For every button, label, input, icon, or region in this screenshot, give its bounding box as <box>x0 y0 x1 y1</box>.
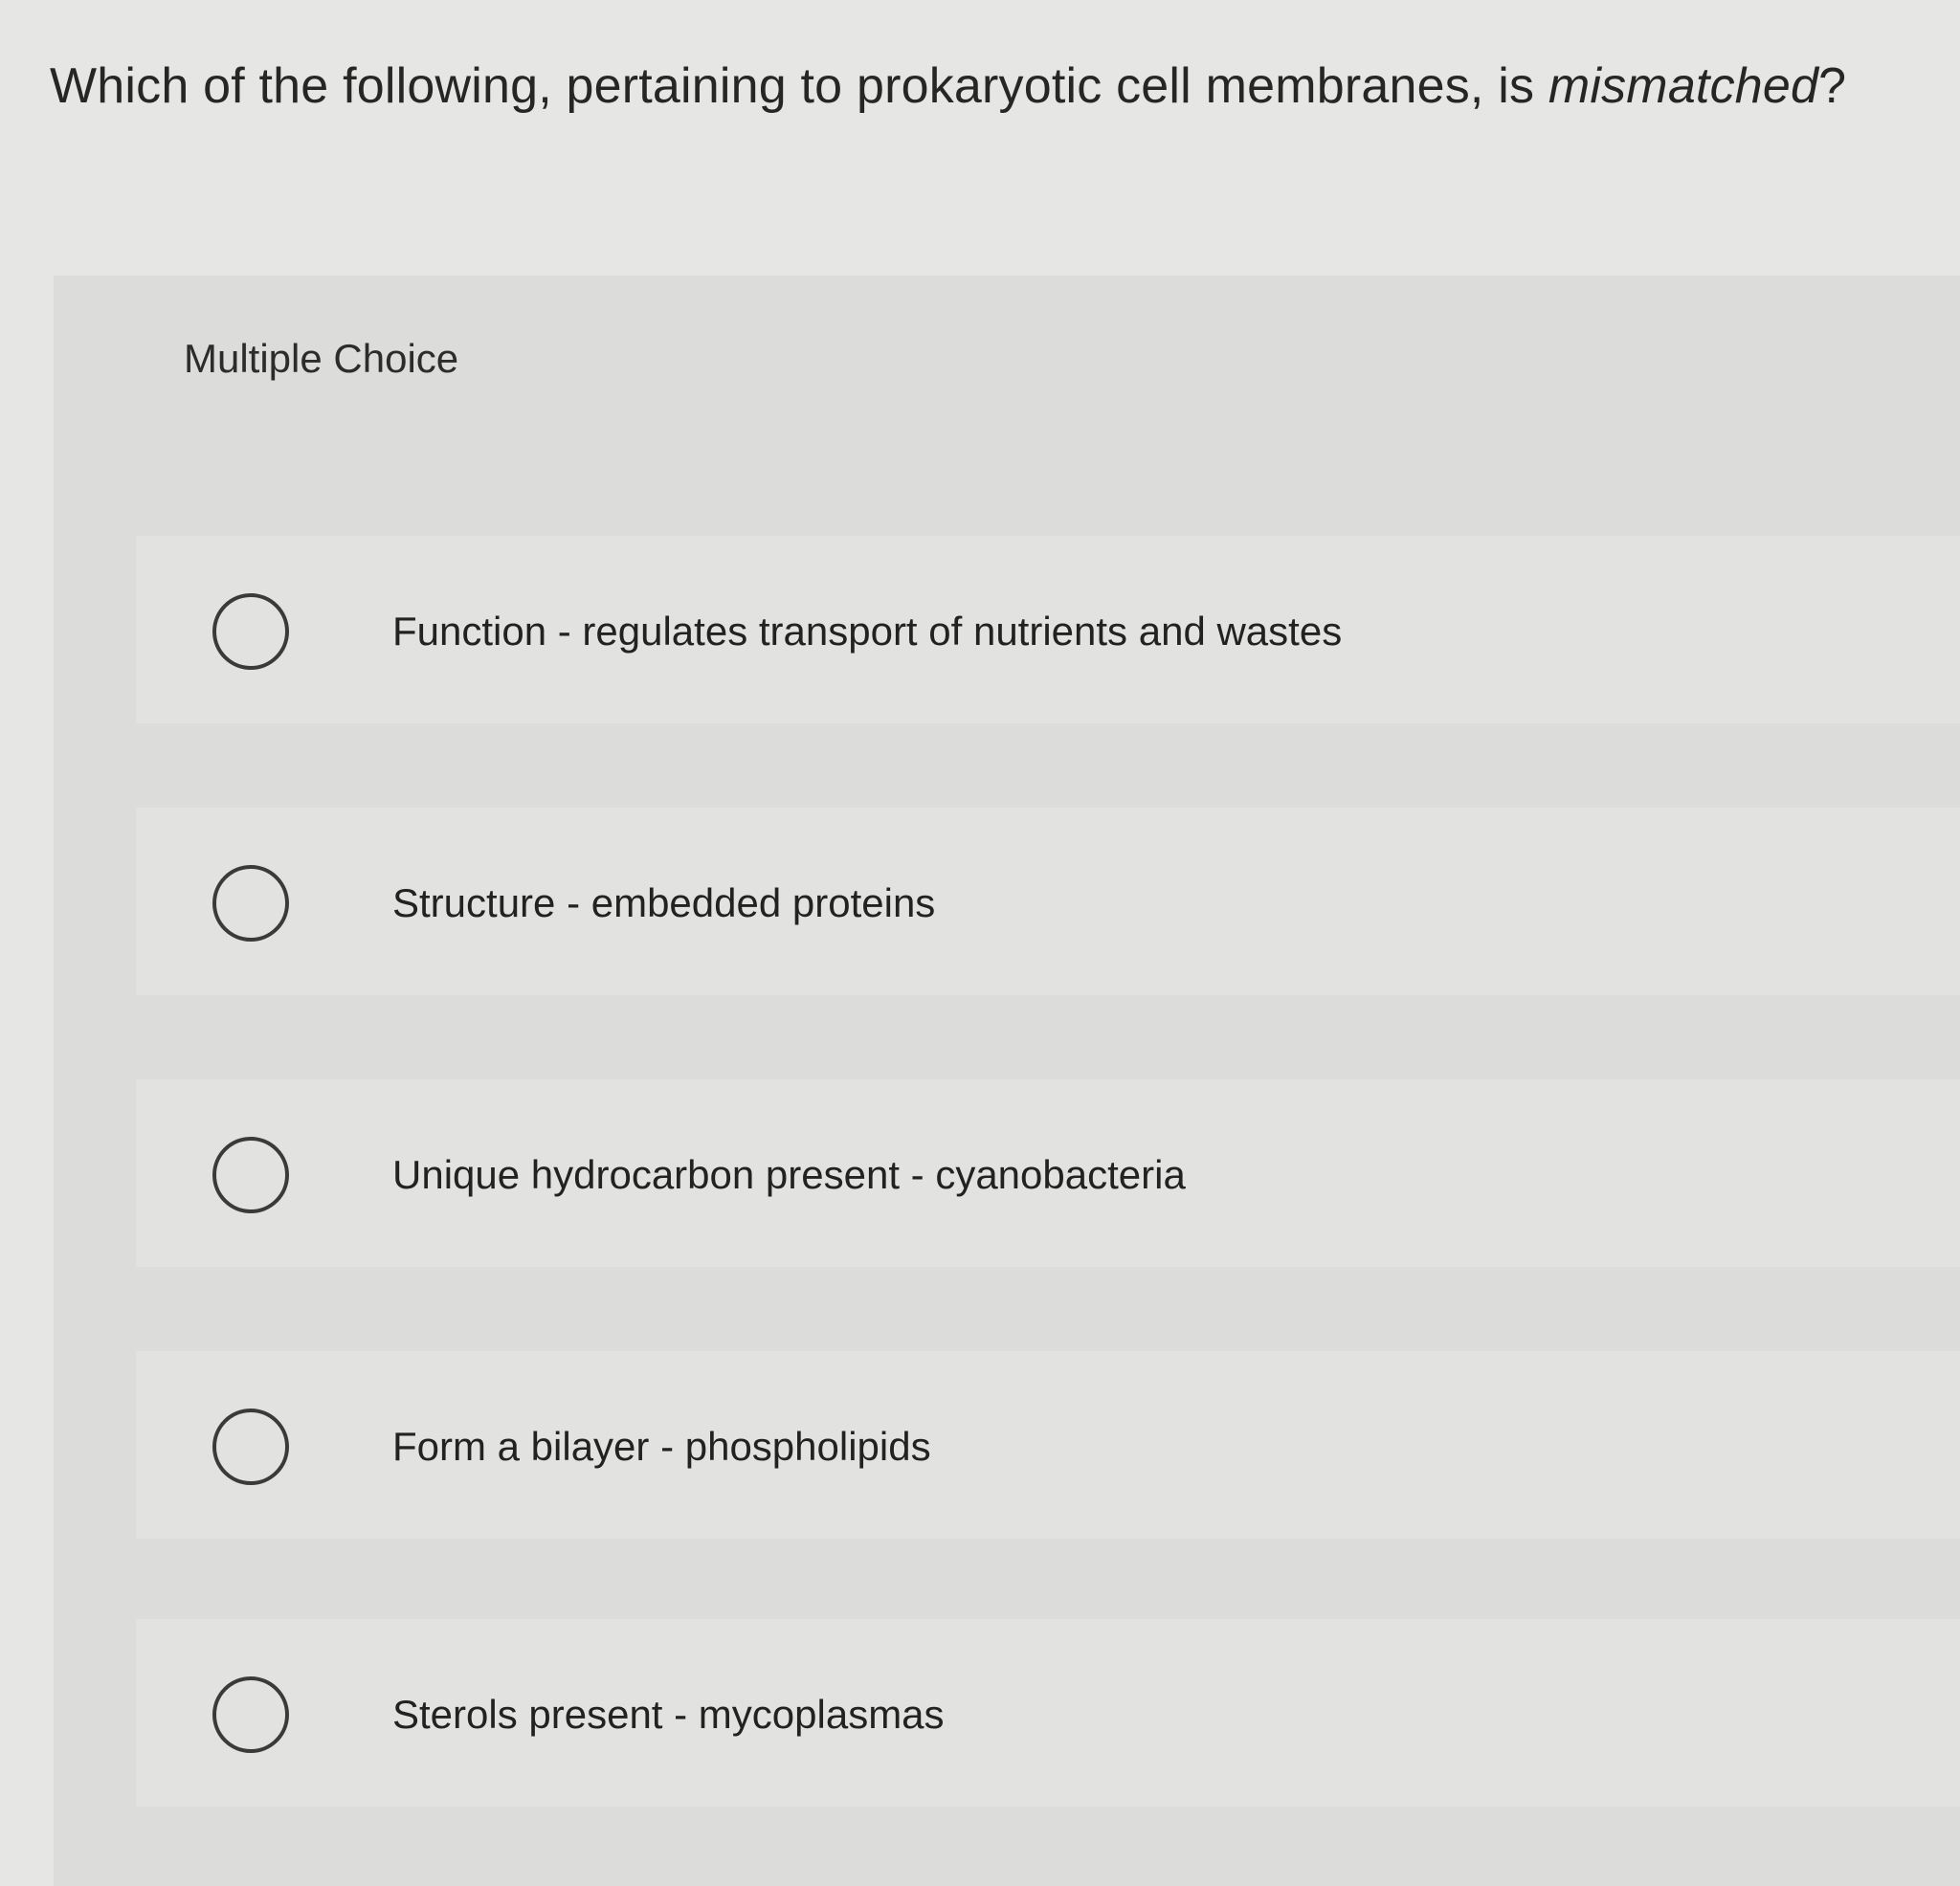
question-mark: ? <box>1818 58 1847 114</box>
question-text-main: Which of the following, pertaining to pr… <box>50 58 1548 114</box>
answer-option-1[interactable]: Function - regulates transport of nutrie… <box>136 536 1960 723</box>
answer-option-label: Structure - embedded proteins <box>392 880 936 925</box>
answer-option-label: Unique hydrocarbon present - cyanobacter… <box>392 1152 1186 1197</box>
answer-option-4[interactable]: Form a bilayer - phospholipids <box>136 1351 1960 1539</box>
radio-button-icon[interactable] <box>212 1409 289 1485</box>
radio-button-icon[interactable] <box>212 593 289 670</box>
question-type-label: Multiple Choice <box>184 336 459 381</box>
radio-button-icon[interactable] <box>212 1137 289 1213</box>
answer-option-label: Sterols present - mycoplasmas <box>392 1692 945 1737</box>
answer-option-label: Function - regulates transport of nutrie… <box>392 609 1343 654</box>
answer-option-label: Form a bilayer - phospholipids <box>392 1424 931 1469</box>
answer-option-5[interactable]: Sterols present - mycoplasmas <box>136 1619 1960 1807</box>
question-emphasis: mismatched <box>1548 58 1819 114</box>
radio-button-icon[interactable] <box>212 865 289 942</box>
answer-option-3[interactable]: Unique hydrocarbon present - cyanobacter… <box>136 1079 1960 1267</box>
multiple-choice-panel: Multiple Choice Function - regulates tra… <box>54 276 1960 1886</box>
radio-button-icon[interactable] <box>212 1676 289 1753</box>
answer-option-2[interactable]: Structure - embedded proteins <box>136 808 1960 995</box>
question-text: Which of the following, pertaining to pr… <box>50 52 1926 121</box>
